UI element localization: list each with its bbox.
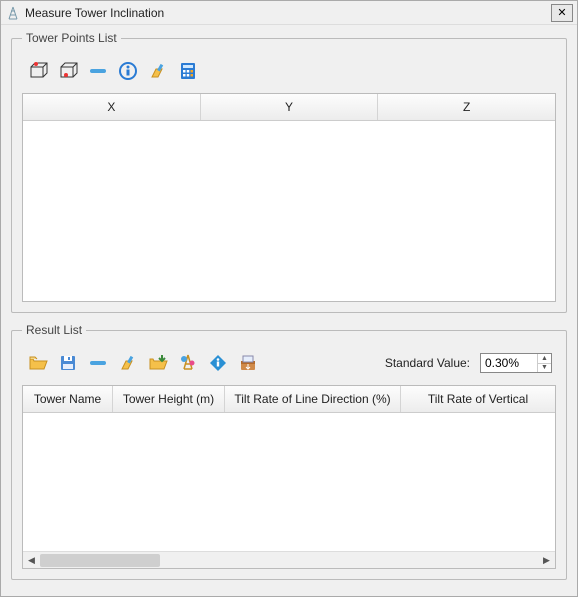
window: Measure Tower Inclination ✕ Tower Points… (0, 0, 578, 597)
clear-icon (148, 61, 168, 81)
result-toolbar: Standard Value: ▲ ▼ (22, 345, 556, 385)
points-col-y[interactable]: Y (201, 94, 379, 120)
import-icon (178, 353, 198, 373)
titlebar: Measure Tower Inclination ✕ (1, 1, 577, 25)
points-table-body (23, 121, 555, 301)
close-button[interactable]: ✕ (551, 4, 573, 22)
window-title: Measure Tower Inclination (25, 6, 551, 20)
points-table-header: X Y Z (23, 94, 555, 121)
result-group: Result List (11, 323, 567, 580)
export-icon (238, 353, 258, 373)
spin-down-button[interactable]: ▼ (537, 364, 551, 373)
result-hscrollbar[interactable]: ◀ ▶ (23, 551, 555, 568)
result-clear-button[interactable] (116, 351, 140, 375)
standard-value-label: Standard Value: (385, 356, 470, 370)
points-table: X Y Z (22, 93, 556, 302)
load-icon (148, 353, 168, 373)
delete-button[interactable] (86, 59, 110, 83)
result-info-button[interactable] (206, 351, 230, 375)
delete-icon (88, 353, 108, 373)
result-delete-button[interactable] (86, 351, 110, 375)
app-icon (5, 5, 21, 21)
content: Tower Points List (1, 25, 577, 596)
open-icon (28, 353, 48, 373)
save-icon (58, 353, 78, 373)
points-col-x[interactable]: X (23, 94, 201, 120)
standard-value-input[interactable] (481, 354, 537, 372)
measure-top-icon (28, 61, 48, 81)
info-icon (208, 353, 228, 373)
points-group: Tower Points List (11, 31, 567, 313)
open-button[interactable] (26, 351, 50, 375)
measure-bottom-button[interactable] (56, 59, 80, 83)
measure-bottom-icon (58, 61, 78, 81)
scroll-track[interactable] (40, 552, 538, 568)
result-table: Tower Name Tower Height (m) Tilt Rate of… (22, 385, 556, 569)
points-col-z[interactable]: Z (378, 94, 555, 120)
result-table-body (23, 413, 555, 551)
load-button[interactable] (146, 351, 170, 375)
spin-up-button[interactable]: ▲ (537, 354, 551, 364)
scroll-left-button[interactable]: ◀ (23, 552, 40, 568)
points-toolbar (22, 53, 556, 93)
clear-button[interactable] (146, 59, 170, 83)
points-legend: Tower Points List (22, 31, 121, 45)
standard-value-spinner[interactable]: ▲ ▼ (480, 353, 552, 373)
info-button[interactable] (116, 59, 140, 83)
delete-icon (88, 61, 108, 81)
scroll-thumb[interactable] (40, 554, 160, 567)
calculate-icon (178, 61, 198, 81)
calculate-button[interactable] (176, 59, 200, 83)
clear-icon (118, 353, 138, 373)
measure-top-button[interactable] (26, 59, 50, 83)
info-icon (118, 61, 138, 81)
result-table-header: Tower Name Tower Height (m) Tilt Rate of… (23, 386, 555, 413)
result-col-tilt-vert[interactable]: Tilt Rate of Vertical (401, 386, 555, 412)
save-button[interactable] (56, 351, 80, 375)
result-legend: Result List (22, 323, 86, 337)
result-col-tilt-line[interactable]: Tilt Rate of Line Direction (%) (225, 386, 401, 412)
result-col-name[interactable]: Tower Name (23, 386, 113, 412)
import-button[interactable] (176, 351, 200, 375)
result-col-height[interactable]: Tower Height (m) (113, 386, 225, 412)
export-button[interactable] (236, 351, 260, 375)
scroll-right-button[interactable]: ▶ (538, 552, 555, 568)
